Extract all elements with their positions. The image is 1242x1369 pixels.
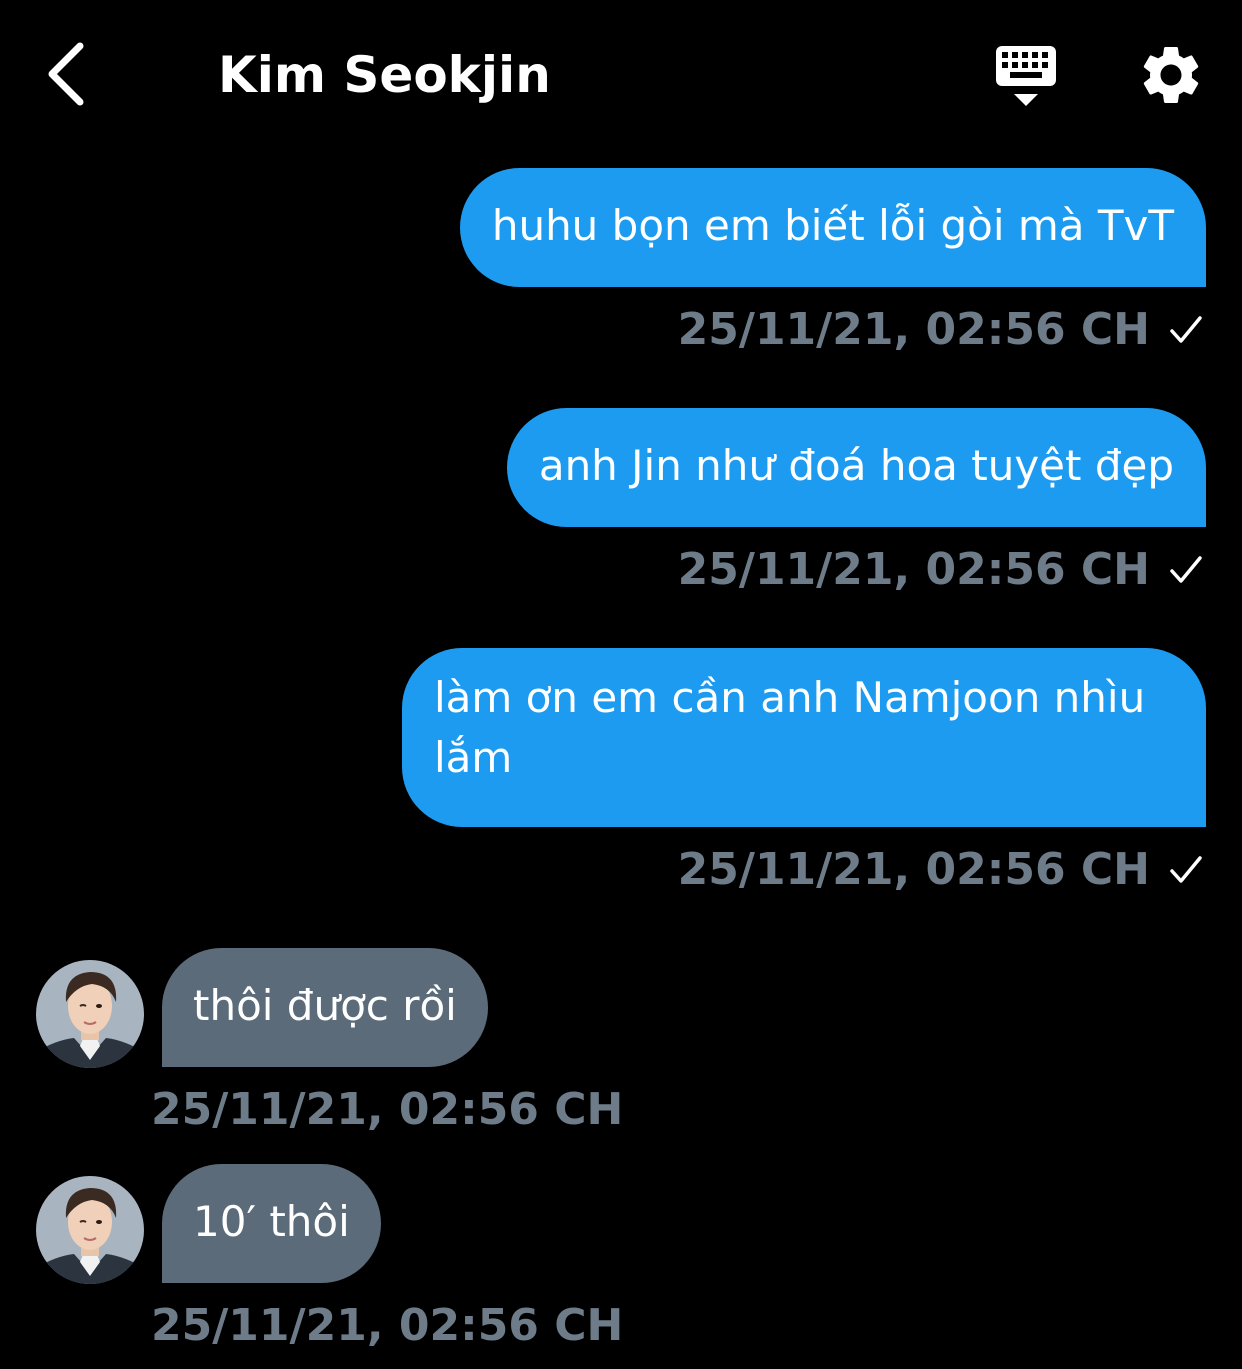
message-timestamp: 25/11/21, 02:56 CH [677, 544, 1150, 595]
message-timestamp: 25/11/21, 02:56 CH [677, 304, 1150, 355]
message-text: thôi được rồi [193, 981, 457, 1030]
message-text: anh Jin như đoá hoa tuyệt đẹp [538, 441, 1174, 490]
message-text: làm ơn em cần anh Namjoon nhìu lắm [434, 673, 1146, 782]
checkmark-icon [1170, 856, 1202, 883]
message-text: huhu bọn em biết lỗi gòi mà TvT [491, 201, 1174, 250]
gear-icon [1143, 46, 1199, 103]
outgoing-message-bubble[interactable]: làm ơn em cần anh Namjoon nhìu lắm [402, 648, 1206, 827]
avatar[interactable] [36, 960, 144, 1068]
keyboard-button[interactable] [990, 40, 1062, 112]
conversation-title: Kim Seokjin [218, 46, 551, 104]
back-button[interactable] [38, 36, 98, 116]
outgoing-message-bubble[interactable]: anh Jin như đoá hoa tuyệt đẹp [506, 408, 1206, 527]
outgoing-message-bubble[interactable]: huhu bọn em biết lỗi gòi mà TvT [459, 168, 1206, 287]
chat-header: Kim Seokjin [0, 0, 1242, 150]
checkmark-icon [1170, 556, 1202, 583]
message-text: 10′ thôi [193, 1197, 350, 1246]
incoming-message-bubble[interactable]: thôi được rồi [162, 948, 488, 1067]
avatar-image [36, 1176, 144, 1284]
settings-button[interactable] [1136, 40, 1206, 110]
incoming-message-bubble[interactable]: 10′ thôi [162, 1164, 381, 1283]
keyboard-icon [996, 46, 1056, 106]
checkmark-icon [1170, 316, 1202, 343]
avatar-image [36, 960, 144, 1068]
message-timestamp: 25/11/21, 02:56 CH [151, 1084, 624, 1135]
message-timestamp: 25/11/21, 02:56 CH [677, 844, 1150, 895]
avatar[interactable] [36, 1176, 144, 1284]
chevron-left-icon [48, 42, 84, 106]
message-timestamp: 25/11/21, 02:56 CH [151, 1300, 624, 1351]
